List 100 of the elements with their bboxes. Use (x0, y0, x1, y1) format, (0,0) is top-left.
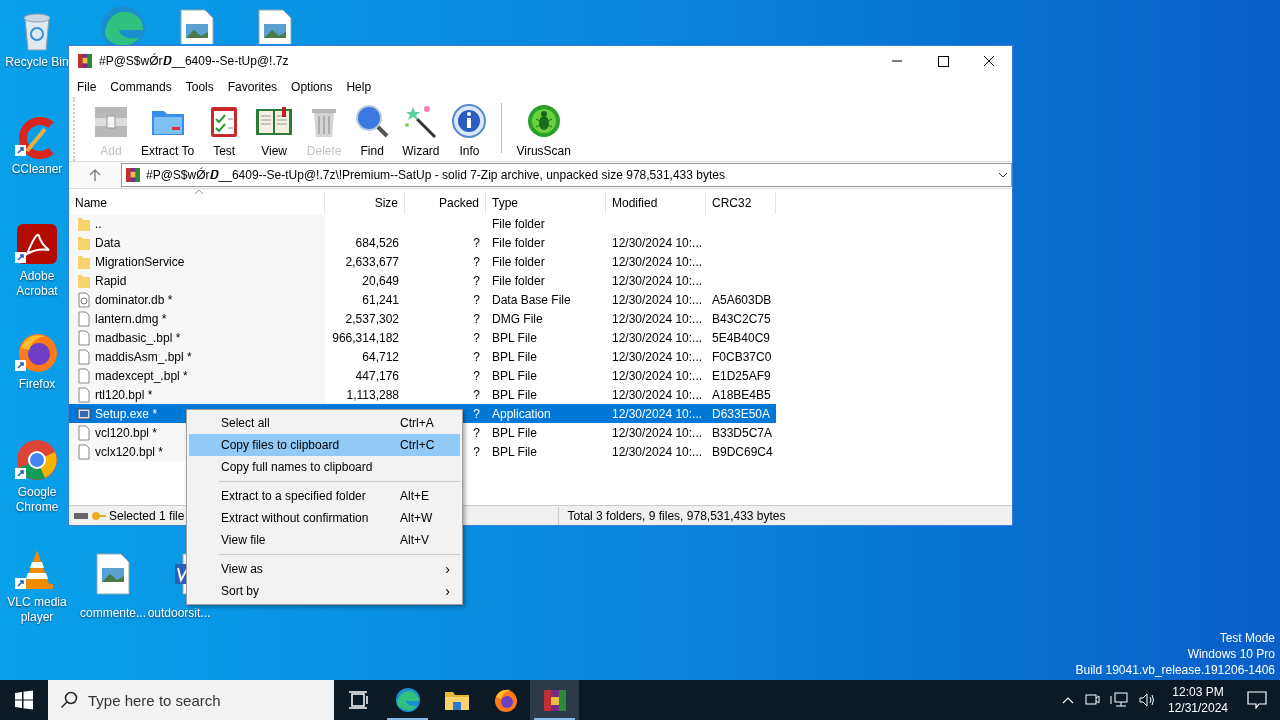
table-cell-text: 12/30/2024 10:... (612, 272, 703, 290)
info-icon (451, 103, 488, 139)
table-cell-text: ? (473, 291, 480, 309)
icon-label: CCleaner (11, 162, 63, 177)
context-menu-item[interactable]: Select all Ctrl+A (189, 412, 460, 434)
menu-item[interactable]: Tools (185, 77, 214, 96)
table-cell-text: ? (473, 272, 480, 290)
table-cell-text: 20,649 (362, 272, 399, 290)
context-menu-item[interactable]: Copy files to clipboard Ctrl+C (189, 434, 460, 456)
context-menu-item[interactable]: Extract without confirmation Alt+W (189, 507, 460, 529)
search-field[interactable]: Type here to search (48, 680, 334, 720)
table-cell-text: Application (492, 405, 551, 423)
image-file-icon[interactable] (93, 552, 133, 596)
column-header[interactable]: Modified (606, 192, 706, 214)
edge-browser-icon[interactable] (394, 687, 421, 713)
table-cell-text: File folder (492, 215, 545, 233)
column-header[interactable]: Type (486, 192, 606, 214)
taskbar-button[interactable] (530, 680, 579, 720)
menu-item[interactable]: File (77, 77, 97, 96)
sort-caret-icon (194, 189, 204, 195)
running-indicator (534, 718, 575, 720)
table-cell-text: ? (473, 253, 480, 271)
table-cell-text: 12/30/2024 10:... (612, 386, 703, 404)
table-cell-text: 12/30/2024 10:... (612, 234, 703, 252)
table-cell-text: File folder (492, 272, 545, 290)
archive-app-icon (77, 53, 93, 69)
icon-label: outdoorsit... (147, 606, 211, 621)
task-view-icon[interactable] (347, 690, 370, 710)
file-name[interactable]: Data (95, 233, 121, 252)
toolbar-button[interactable]: VirusScan (516, 103, 571, 158)
image-file-icon[interactable] (255, 8, 295, 44)
toolbar-button[interactable]: Wizard (402, 103, 440, 158)
table-cell-text: F0CB37C0 (712, 348, 772, 366)
table-cell-text: 12/30/2024 10:... (612, 348, 703, 366)
icon-label: VLC media player (6, 595, 68, 625)
network-icon[interactable] (1110, 692, 1128, 708)
column-header[interactable]: Packed (405, 192, 486, 214)
table-cell-text: 12/30/2024 10:... (612, 253, 703, 271)
toolbar-button[interactable]: Extract To (141, 103, 195, 158)
window-title: #P@S$wǾr𝑫__6409--Se-tUp@!.7z (99, 52, 290, 70)
menu-item[interactable]: Commands (110, 77, 172, 96)
notification-icon[interactable] (1247, 691, 1267, 709)
column-header[interactable]: CRC32 (706, 192, 776, 214)
table-cell-text: 447,176 (355, 367, 399, 385)
table-cell-text: B33D5C7A (712, 424, 773, 442)
table-cell-text: 684,526 (355, 234, 399, 252)
image-file-icon[interactable] (177, 8, 217, 44)
chrome-icon[interactable] (15, 438, 59, 482)
address-field[interactable]: #P@S$wǾr𝑫__6409--Se-tUp@!.7z\!Premium--SatUp - solid 7-Zip archive, unpacked size 978,531,433 bytes (121, 163, 1012, 187)
table-cell-text: B43C2C75 (712, 310, 771, 328)
table-cell-text: BPL File (492, 424, 537, 442)
windows-start-icon[interactable] (14, 690, 34, 710)
bug-icon (525, 103, 562, 139)
dropdown-caret-icon[interactable] (998, 171, 1008, 179)
menu-item[interactable]: Help (346, 77, 372, 96)
toolbar-button[interactable]: Find (354, 103, 391, 158)
table-cell-text: 966,314,182 (332, 329, 399, 347)
table-cell-text: BPL File (492, 329, 537, 347)
menu-item[interactable]: Favorites (227, 77, 278, 96)
table-cell-text: A18BE4B5 (712, 386, 771, 404)
table-cell-text: BPL File (492, 443, 537, 461)
table-cell-text: B9DC69C4 (712, 443, 773, 461)
context-menu-item[interactable]: View as › (189, 558, 460, 580)
firefox-icon[interactable] (492, 687, 519, 713)
table-cell-text: ? (473, 424, 480, 442)
folder-icon (77, 253, 91, 270)
up-arrow-icon[interactable] (88, 168, 102, 182)
chevron-up-icon[interactable] (1062, 696, 1074, 704)
column-header[interactable]: Size (325, 192, 405, 214)
menu-item[interactable]: Options (291, 77, 333, 96)
toolbar-button[interactable]: Info (451, 103, 488, 158)
table-cell-text: 12/30/2024 10:... (612, 405, 703, 423)
table-cell-text: 12/30/2024 10:... (612, 443, 703, 461)
file-name[interactable]: .. (95, 214, 102, 233)
search-icon (60, 691, 78, 709)
file-name[interactable]: Rapid (95, 271, 127, 290)
archive-app-icon[interactable] (541, 687, 568, 713)
speaker-icon[interactable] (1138, 692, 1156, 708)
icon-label: Google Chrome (14, 485, 60, 515)
magnifier-icon (354, 103, 391, 139)
clock[interactable]: 12:03 PM 12/31/2024 (1162, 684, 1234, 716)
toolbar-button[interactable]: Test (206, 103, 243, 158)
camera-icon[interactable] (1084, 692, 1100, 708)
desktop-notice-text: Build 19041.vb_release.191206-1406 (1075, 662, 1275, 678)
context-menu-item[interactable]: Extract to a specified folder Alt+E (189, 485, 460, 507)
table-cell-text: 64,712 (362, 348, 399, 366)
context-menu-item[interactable]: Copy full names to clipboard (189, 456, 460, 478)
table-cell-text: 2,633,677 (345, 253, 399, 271)
table-cell-text: Data Base File (492, 291, 571, 309)
context-menu-item[interactable]: Sort by › (189, 580, 460, 602)
table-cell-text: BPL File (492, 367, 537, 385)
pdf-app-icon[interactable] (15, 222, 59, 266)
drive-key-icon (73, 509, 107, 522)
context-menu-item[interactable]: View file Alt+V (189, 529, 460, 551)
table-cell-text: ? (473, 367, 480, 385)
toolbar-button[interactable]: View (254, 103, 295, 158)
folder-icon (77, 234, 91, 251)
table-cell-text: 12/30/2024 10:... (612, 310, 703, 328)
application-icon (77, 405, 91, 422)
archive-file-icon (125, 167, 141, 183)
